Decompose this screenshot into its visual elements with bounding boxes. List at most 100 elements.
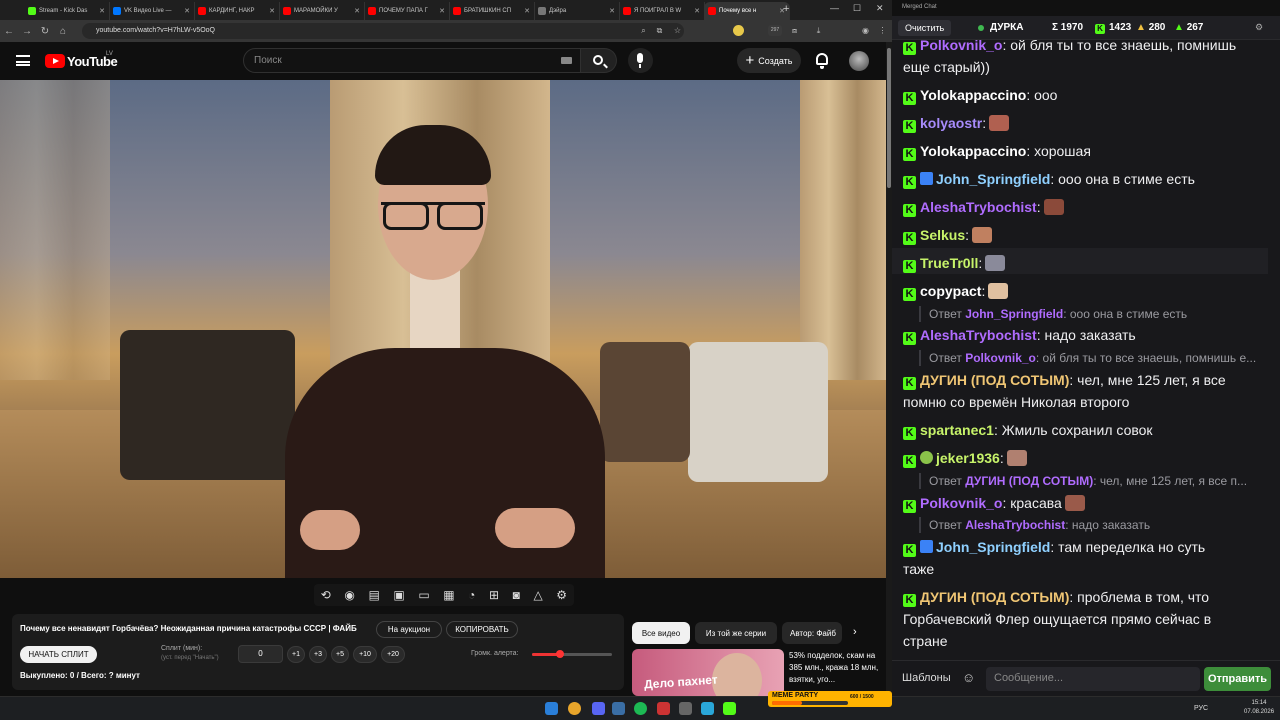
increment-button[interactable]: +1 <box>287 646 305 663</box>
chat-username[interactable]: kolyaostr <box>920 115 982 131</box>
menu-dots-icon[interactable]: ⋮ <box>877 25 888 36</box>
notifications-bell-icon[interactable] <box>816 53 828 69</box>
close-window-icon[interactable]: ✕ <box>876 3 884 14</box>
chat-message[interactable]: K Selkus: <box>903 224 1258 246</box>
send-button[interactable]: Отправить <box>1204 667 1271 691</box>
chat-username[interactable]: jeker1936 <box>936 450 1000 466</box>
windows-start-icon[interactable] <box>545 702 558 715</box>
extension-icon[interactable] <box>733 25 744 36</box>
spotify-icon[interactable] <box>634 702 647 715</box>
app-icon[interactable] <box>657 702 670 715</box>
discord-icon[interactable] <box>592 702 605 715</box>
film-icon[interactable]: ▦ <box>443 588 454 602</box>
increment-button[interactable]: +10 <box>353 646 377 663</box>
chat-username[interactable]: spartanec1 <box>920 422 994 438</box>
chat-message[interactable]: Kjeker1936: <box>903 447 1258 469</box>
extension-badge[interactable]: 297 <box>768 25 782 36</box>
tab-by-author[interactable]: Автор: Файб <box>782 622 842 644</box>
browser-tab[interactable]: Я ПОИГРАЛ В W ✕ <box>619 2 705 20</box>
emoji-icon[interactable]: ☺ <box>962 670 975 685</box>
chat-message[interactable]: K Yolokappaccino: ооо <box>903 84 1258 106</box>
tab-all-videos[interactable]: Все видео <box>632 622 690 644</box>
browser-tab[interactable]: Почему все н ✕ <box>704 2 790 20</box>
flask-icon[interactable]: △ <box>533 588 542 602</box>
maximize-icon[interactable]: ☐ <box>853 3 861 14</box>
chat-username[interactable]: Selkus <box>920 227 965 243</box>
forward-icon[interactable]: → <box>18 26 36 37</box>
close-tab-icon[interactable]: ✕ <box>439 7 445 15</box>
auction-button[interactable]: На аукцион <box>376 621 442 638</box>
home-icon[interactable]: ⌂ <box>54 26 72 37</box>
reply-context[interactable]: Ответ AleshaTrybochist: надо заказать <box>919 517 1264 533</box>
reply-context[interactable]: Ответ ДУГИН (ПОД СОТЫМ): чел, мне 125 ле… <box>919 473 1264 489</box>
search-input[interactable]: Поиск <box>243 48 581 73</box>
subtitles-icon[interactable]: ▤ <box>368 588 379 602</box>
chat-message[interactable]: K AleshaTrybochist: надо заказать <box>903 324 1258 346</box>
voice-search-icon[interactable] <box>628 48 653 73</box>
extensions-icon[interactable]: ⧈ <box>789 25 800 36</box>
chat-message[interactable]: K John_Springfield: там переделка но суть… <box>903 536 1258 580</box>
increment-button[interactable]: +20 <box>381 646 405 663</box>
new-tab-button[interactable]: + <box>783 3 789 15</box>
chat-message[interactable]: K John_Springfield: ооо она в стиме есть <box>903 168 1258 190</box>
settings-gear-icon[interactable]: ⚙ <box>556 588 567 602</box>
browser-tab[interactable]: Stream - Kick Das ✕ <box>24 2 110 20</box>
reply-username[interactable]: John_Springfield <box>965 307 1063 321</box>
chat-message[interactable]: Kspartanec1: Жмиль сохранил совок <box>903 419 1258 441</box>
increment-button[interactable]: +3 <box>309 646 327 663</box>
templates-button[interactable]: Шаблоны <box>902 672 951 684</box>
minimize-icon[interactable]: — <box>830 3 839 13</box>
video-thumbnail[interactable]: Дело пахнет <box>632 649 784 696</box>
start-split-button[interactable]: НАЧАТЬ СПЛИТ <box>20 646 97 663</box>
close-tab-icon[interactable]: ✕ <box>99 7 105 15</box>
chat-message[interactable]: K AleshaTrybochist: <box>903 196 1258 218</box>
bookmark-star-icon[interactable]: ☆ <box>672 25 683 36</box>
chat-username[interactable]: AleshaTrybochist <box>920 327 1037 343</box>
chat-username[interactable]: AleshaTrybochist <box>920 199 1037 215</box>
search-button[interactable] <box>581 48 617 73</box>
profile-icon[interactable]: ◉ <box>860 25 871 36</box>
copy-button[interactable]: КОПИРОВАТЬ <box>446 621 518 638</box>
chrome-icon[interactable] <box>568 702 581 715</box>
close-tab-icon[interactable]: ✕ <box>524 7 530 15</box>
message-input[interactable]: Сообщение... <box>986 667 1200 691</box>
hamburger-menu-icon[interactable] <box>16 55 30 66</box>
clear-chat-button[interactable]: Очистить <box>898 20 952 36</box>
clock[interactable]: 15:14 07.08.2026 <box>1244 699 1274 717</box>
clapper-icon[interactable]: ▣ <box>393 588 404 602</box>
chat-username[interactable]: ДУГИН (ПОД СОТЫМ) <box>920 589 1069 605</box>
scroll-thumb[interactable] <box>887 48 891 188</box>
download-icon[interactable]: ⤓ <box>813 25 824 36</box>
chevron-right-icon[interactable]: › <box>853 626 857 638</box>
screenshot-icon[interactable]: ◙ <box>513 588 520 602</box>
pip-icon[interactable]: ▭ <box>418 588 429 602</box>
browser-tab[interactable]: VK Видео Live — ✕ <box>109 2 195 20</box>
telegram-icon[interactable] <box>701 702 714 715</box>
browser-tab[interactable]: ПОЧЕМУ ПАПА Г ✕ <box>364 2 450 20</box>
video-player[interactable] <box>0 80 886 578</box>
zoom-icon[interactable]: ⌕ <box>638 25 649 36</box>
chat-username[interactable]: Yolokappaccino <box>920 87 1026 103</box>
avatar[interactable] <box>849 51 869 71</box>
split-minutes-input[interactable]: 0 <box>238 645 283 663</box>
chat-message[interactable]: K TrueTr0ll: <box>903 252 1258 274</box>
chat-message[interactable]: K Polkovnik_o: красава <box>903 492 1258 514</box>
back-icon[interactable]: ← <box>0 26 18 37</box>
chat-message[interactable]: K ДУГИН (ПОД СОТЫМ): проблема в том, что Г… <box>903 586 1258 652</box>
browser-tab[interactable]: Дэйра ✕ <box>534 2 620 20</box>
chat-username[interactable]: John_Springfield <box>936 539 1050 555</box>
chat-message[interactable]: Kkolyaostr: <box>903 112 1258 134</box>
add-box-icon[interactable]: ⊞ <box>489 588 499 602</box>
steam-icon[interactable] <box>612 702 625 715</box>
close-tab-icon[interactable]: ✕ <box>184 7 190 15</box>
obs-icon[interactable] <box>679 702 692 715</box>
reply-context[interactable]: Ответ Polkovnik_o: ой бля ты то все знае… <box>919 350 1264 366</box>
chat-username[interactable]: Polkovnik_o <box>920 495 1002 511</box>
install-icon[interactable]: ⧉ <box>654 25 665 36</box>
chat-username[interactable]: TrueTr0ll <box>920 255 978 271</box>
close-tab-icon[interactable]: ✕ <box>609 7 615 15</box>
chat-message[interactable]: K ДУГИН (ПОД СОТЫМ): чел, мне 125 лет, я … <box>903 369 1258 413</box>
browser-tab[interactable]: БРАТИШКИН СП ✕ <box>449 2 535 20</box>
browser-tab[interactable]: КАРДИНГ, НАКР ✕ <box>194 2 280 20</box>
recommended-video-title[interactable]: 53% подделок, скам на 385 млн., кража 18… <box>789 650 879 686</box>
